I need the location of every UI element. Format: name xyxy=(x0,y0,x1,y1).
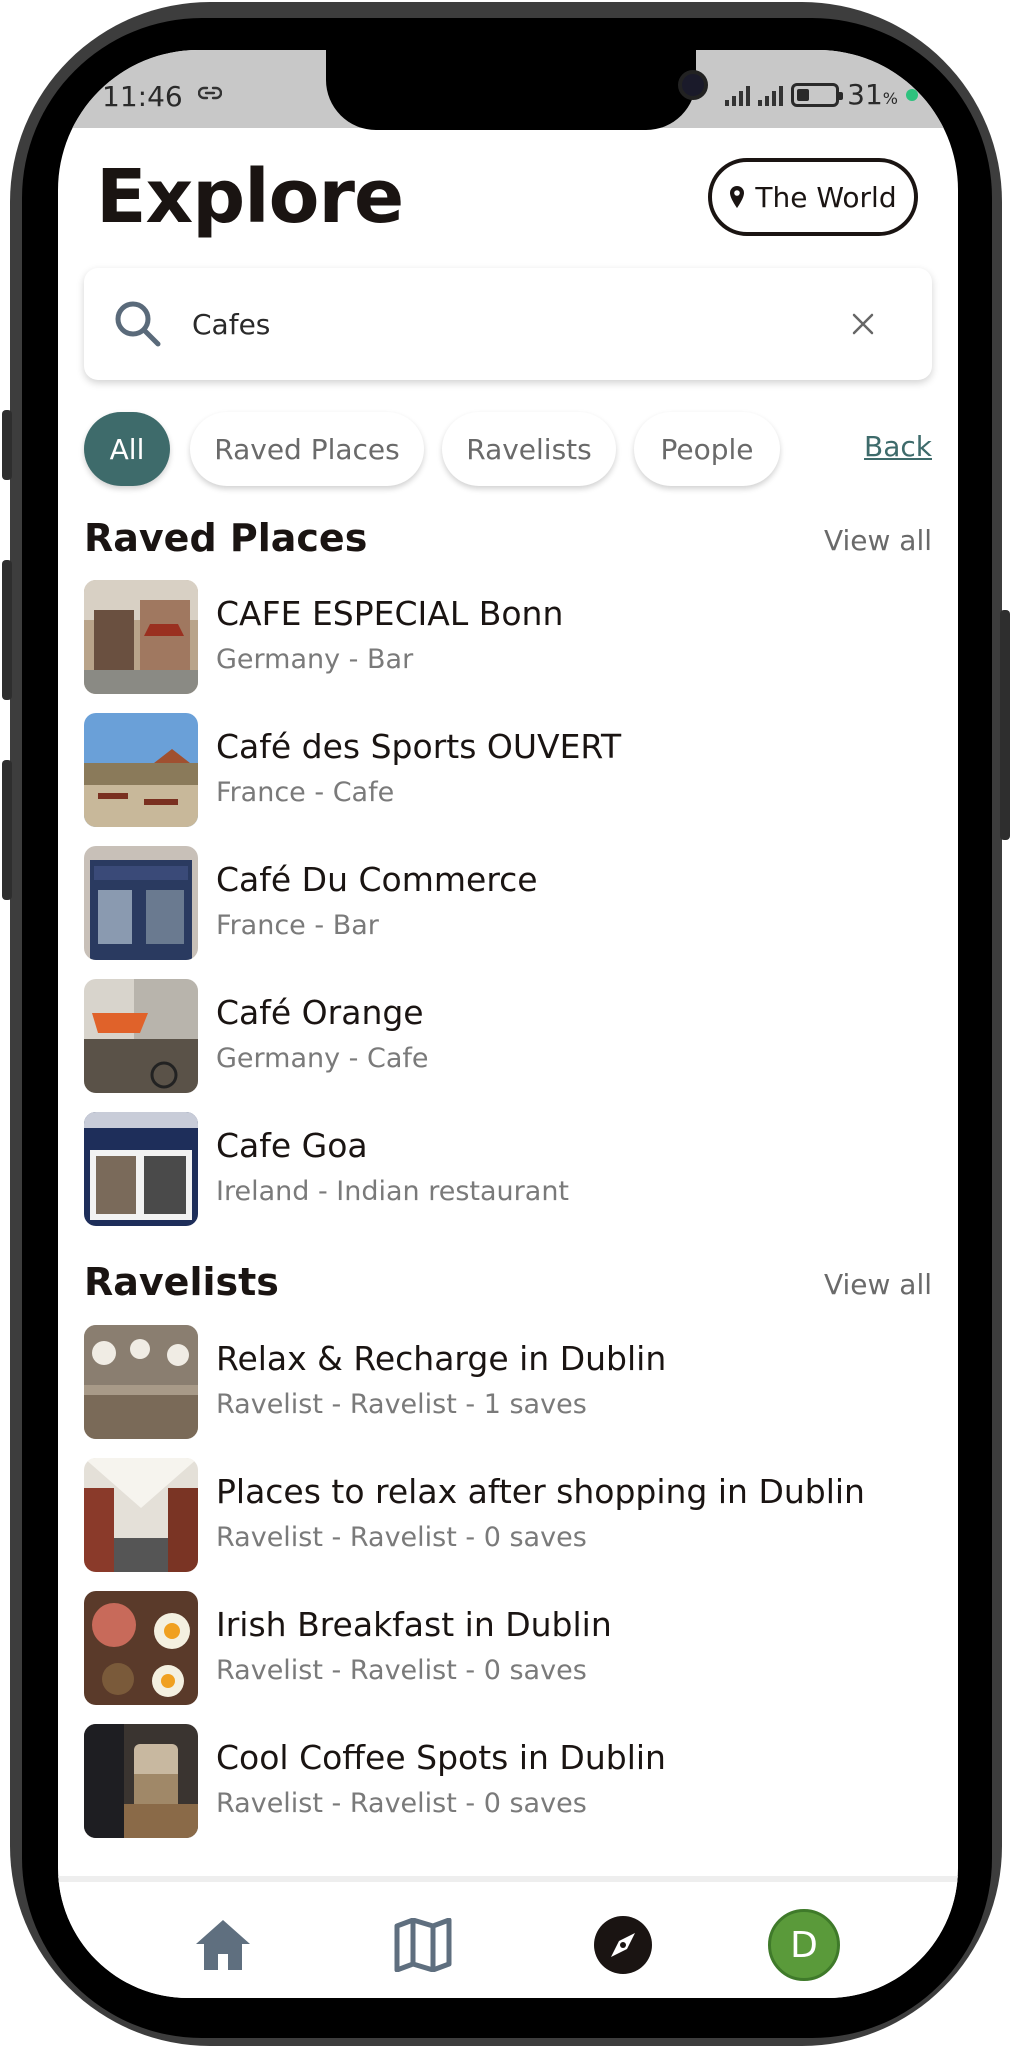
place-thumbnail xyxy=(84,846,198,960)
ravelist-thumbnail xyxy=(84,1458,198,1572)
chip-people[interactable]: People xyxy=(634,412,780,486)
list-item[interactable]: CAFE ESPECIAL Bonn Germany - Bar xyxy=(84,580,932,713)
battery-percent: 31 xyxy=(847,78,883,111)
section-title-ravelists: Ravelists xyxy=(84,1260,279,1304)
ravelists-view-all[interactable]: View all xyxy=(824,1268,932,1301)
nav-explore[interactable] xyxy=(588,1910,658,1980)
avatar: D xyxy=(768,1909,840,1981)
list-item[interactable]: Irish Breakfast in Dublin Ravelist - Rav… xyxy=(84,1591,932,1724)
app-screen: 11:46 31% Explore The World Cafes All Ra… xyxy=(58,50,958,1998)
home-icon xyxy=(196,1920,250,1970)
power-button xyxy=(1000,610,1010,840)
list-item[interactable]: Relax & Recharge in Dublin Ravelist - Ra… xyxy=(84,1325,932,1458)
ravelist-thumbnail xyxy=(84,1724,198,1838)
status-time: 11:46 xyxy=(102,80,183,113)
list-item[interactable]: Cafe Goa Ireland - Indian restaurant xyxy=(84,1112,932,1245)
back-link[interactable]: Back xyxy=(864,430,932,463)
location-pin-icon xyxy=(730,186,745,208)
ravelist-name: Cool Coffee Spots in Dublin xyxy=(216,1738,666,1777)
volume-up-button xyxy=(2,560,12,700)
search-input[interactable]: Cafes xyxy=(84,268,932,380)
ravelist-name: Irish Breakfast in Dublin xyxy=(216,1605,612,1644)
chip-all[interactable]: All xyxy=(84,412,170,486)
nav-home[interactable] xyxy=(188,1910,258,1980)
signal-icon xyxy=(758,84,784,106)
place-name: Café des Sports OUVERT xyxy=(216,727,622,766)
raved-places-list: CAFE ESPECIAL Bonn Germany - Bar Café de… xyxy=(84,580,932,1245)
list-item[interactable]: Cool Coffee Spots in Dublin Ravelist - R… xyxy=(84,1724,932,1857)
place-subtitle: France - Cafe xyxy=(216,777,395,808)
status-bar: 11:46 31% xyxy=(58,50,958,130)
clear-search-icon[interactable] xyxy=(850,311,876,337)
chip-raved-places[interactable]: Raved Places xyxy=(190,412,424,486)
place-subtitle: France - Bar xyxy=(216,910,379,941)
place-name: Café Du Commerce xyxy=(216,860,538,899)
place-thumbnail xyxy=(84,1112,198,1226)
location-label: The World xyxy=(755,180,897,214)
location-button[interactable]: The World xyxy=(708,158,918,236)
volume-down-button xyxy=(2,760,12,900)
link-icon xyxy=(197,82,223,107)
place-name: Café Orange xyxy=(216,993,424,1032)
filter-chips: All Raved Places Ravelists People Back xyxy=(84,412,932,486)
place-name: Cafe Goa xyxy=(216,1126,368,1165)
list-item[interactable]: Café Orange Germany - Cafe xyxy=(84,979,932,1112)
privacy-dot-icon xyxy=(906,88,918,101)
notch xyxy=(326,50,708,130)
ravelists-list: Relax & Recharge in Dublin Ravelist - Ra… xyxy=(84,1325,932,1857)
nav-profile[interactable]: D xyxy=(766,1909,842,1981)
status-indicators: 31% xyxy=(725,78,918,111)
chip-ravelists[interactable]: Ravelists xyxy=(442,412,616,486)
ravelist-name: Relax & Recharge in Dublin xyxy=(216,1339,667,1378)
explore-compass-icon xyxy=(594,1916,652,1974)
nav-map[interactable] xyxy=(388,1910,458,1980)
list-item[interactable]: Places to relax after shopping in Dublin… xyxy=(84,1458,932,1591)
place-subtitle: Germany - Bar xyxy=(216,644,414,675)
mute-switch xyxy=(2,410,12,480)
battery-icon xyxy=(791,82,844,107)
bottom-nav: D xyxy=(58,1876,958,1998)
place-thumbnail xyxy=(84,580,198,694)
section-title-raved-places: Raved Places xyxy=(84,516,368,560)
place-subtitle: Germany - Cafe xyxy=(216,1043,429,1074)
place-subtitle: Ireland - Indian restaurant xyxy=(216,1176,570,1207)
search-icon xyxy=(115,301,161,347)
page-title: Explore xyxy=(96,154,404,240)
ravelist-thumbnail xyxy=(84,1325,198,1439)
raved-places-view-all[interactable]: View all xyxy=(824,524,932,557)
ravelist-subtitle: Ravelist - Ravelist - 1 saves xyxy=(216,1389,587,1420)
place-thumbnail xyxy=(84,713,198,827)
list-item[interactable]: Café des Sports OUVERT France - Cafe xyxy=(84,713,932,846)
ravelist-thumbnail xyxy=(84,1591,198,1705)
ravelist-name: Places to relax after shopping in Dublin xyxy=(216,1472,865,1511)
place-name: CAFE ESPECIAL Bonn xyxy=(216,594,564,633)
ravelist-subtitle: Ravelist - Ravelist - 0 saves xyxy=(216,1522,587,1553)
list-item[interactable]: Café Du Commerce France - Bar xyxy=(84,846,932,979)
ravelist-subtitle: Ravelist - Ravelist - 0 saves xyxy=(216,1788,587,1819)
battery-unit: % xyxy=(882,89,898,108)
search-value[interactable]: Cafes xyxy=(192,308,850,341)
ravelist-subtitle: Ravelist - Ravelist - 0 saves xyxy=(216,1655,587,1686)
signal-icon xyxy=(725,84,751,106)
camera-icon xyxy=(678,70,708,100)
map-icon xyxy=(394,1918,452,1972)
place-thumbnail xyxy=(84,979,198,1093)
